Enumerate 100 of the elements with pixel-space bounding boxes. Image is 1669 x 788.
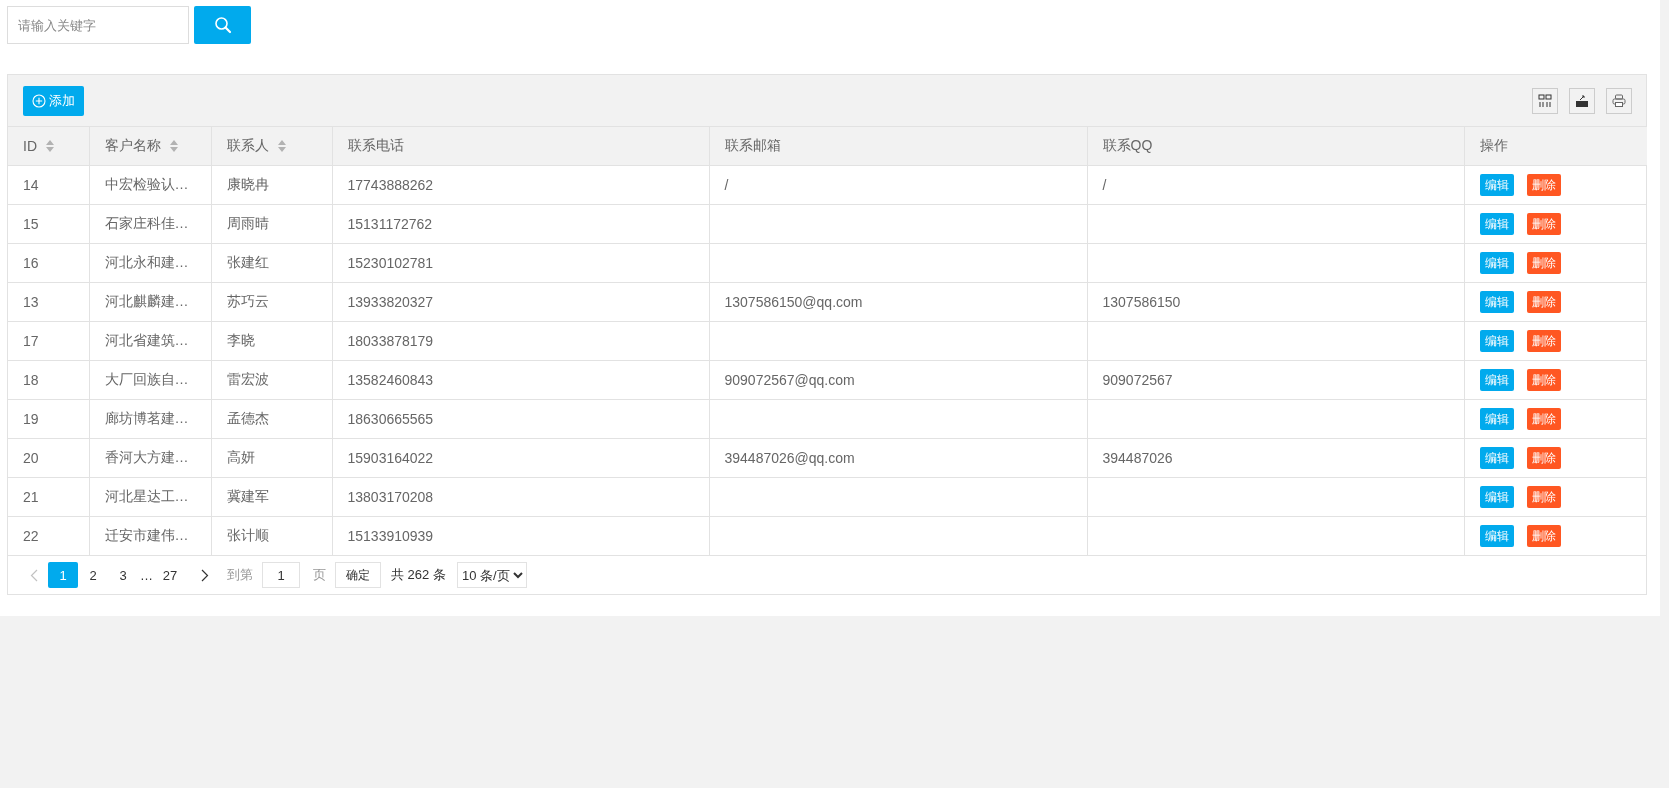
edit-button[interactable]: 编辑 [1479,213,1514,235]
table-cell: 15133910939 [332,516,709,555]
table-cell: 15903164022 [332,438,709,477]
table-cell: 河北省建筑… [89,321,211,360]
delete-button[interactable]: 删除 [1526,252,1561,274]
table-cell: 15230102781 [332,243,709,282]
table-cell: 15 [8,204,89,243]
page-number-field[interactable]: 1 [262,562,300,588]
table-cell: 雷宏波 [211,360,332,399]
sort-icon [277,139,286,152]
table-cell: 18 [8,360,89,399]
columns-filter-button[interactable] [1532,87,1558,114]
table-cell: 394487026 [1087,438,1464,477]
column-header[interactable]: 客户名称 [89,127,211,165]
delete-button[interactable]: 删除 [1526,291,1561,313]
table-cell: 张建红 [211,243,332,282]
delete-button[interactable]: 删除 [1526,369,1561,391]
column-header: 联系电话 [332,127,709,165]
column-header[interactable]: ID [8,127,89,165]
edit-button[interactable]: 编辑 [1479,525,1514,547]
table-cell: 13 [8,282,89,321]
sort-icon [46,139,54,152]
page-unit-label: 页 [313,566,326,584]
table-cell: 石家庄科佳… [89,204,211,243]
add-button[interactable]: 添加 [23,85,84,116]
export-icon [1575,93,1589,108]
table-cell: 909072567@qq.com [709,360,1087,399]
table-cell: 1307586150 [1087,282,1464,321]
chevron-left-icon [30,568,38,582]
page-button[interactable]: 2 [78,562,108,588]
table-cell: 河北星达工… [89,477,211,516]
plus-circle-icon [32,93,46,108]
table-cell: 高妍 [211,438,332,477]
column-header: 联系邮箱 [709,127,1087,165]
page-button[interactable]: 27 [155,562,185,588]
table-cell: 迁安市建伟… [89,516,211,555]
confirm-button[interactable]: 确定 [335,562,381,588]
table-cell: 河北永和建… [89,243,211,282]
table-cell: 河北麒麟建… [89,282,211,321]
total-count: 共 262 条 [391,566,446,584]
pagination-ellipsis: … [139,567,154,583]
search-icon [213,16,232,34]
table-cell: 15131172762 [332,204,709,243]
edit-button[interactable]: 编辑 [1479,174,1514,196]
table-cell: 康晓冉 [211,165,332,204]
delete-button[interactable]: 删除 [1526,330,1561,352]
table-cell: 周雨晴 [211,204,332,243]
table-cell: 1307586150@qq.com [709,282,1087,321]
edit-button[interactable]: 编辑 [1479,369,1514,391]
delete-button[interactable]: 删除 [1526,447,1561,469]
table-cell: 909072567 [1087,360,1464,399]
table-cell: 394487026@qq.com [709,438,1087,477]
sort-icon [169,139,178,152]
table-cell: 17 [8,321,89,360]
page-size-select[interactable]: 10 条/页 [456,562,527,588]
chevron-right-icon [201,568,209,582]
table-cell: 19 [8,399,89,438]
table-cell: 17743888262 [332,165,709,204]
edit-button[interactable]: 编辑 [1479,291,1514,313]
search-button[interactable] [194,6,251,44]
table-cell: 张计顺 [211,516,332,555]
delete-button[interactable]: 删除 [1526,525,1561,547]
columns-icon [1538,93,1552,108]
print-icon [1612,93,1626,108]
delete-button[interactable]: 删除 [1526,408,1561,430]
table-cell: 20 [8,438,89,477]
table-cell: 13803170208 [332,477,709,516]
delete-button[interactable]: 删除 [1526,174,1561,196]
page-button[interactable]: 1 [48,562,78,588]
delete-button[interactable]: 删除 [1526,213,1561,235]
column-header: 联系QQ [1087,127,1464,165]
table-cell: / [709,165,1087,204]
table-cell: 冀建军 [211,477,332,516]
table-cell: 18630665565 [332,399,709,438]
table-cell: 苏巧云 [211,282,332,321]
table-cell: 16 [8,243,89,282]
edit-button[interactable]: 编辑 [1479,486,1514,508]
delete-button[interactable]: 删除 [1526,486,1561,508]
table-cell: 李晓 [211,321,332,360]
table-cell: 13582460843 [332,360,709,399]
table-cell: 13933820327 [332,282,709,321]
table-cell: 廊坊博茗建… [89,399,211,438]
table-cell: 大厂回族自… [89,360,211,399]
print-button[interactable] [1606,87,1632,114]
edit-button[interactable]: 编辑 [1479,447,1514,469]
edit-button[interactable]: 编辑 [1479,408,1514,430]
table-cell: 孟德杰 [211,399,332,438]
table-cell: 中宏检验认… [89,165,211,204]
table-cell: 21 [8,477,89,516]
table-cell: 14 [8,165,89,204]
export-button[interactable] [1569,87,1595,114]
column-header: 操作 [1464,127,1647,165]
table-cell: 22 [8,516,89,555]
table-cell: 18033878179 [332,321,709,360]
edit-button[interactable]: 编辑 [1479,330,1514,352]
edit-button[interactable]: 编辑 [1479,252,1514,274]
goto-label: 到第 [227,566,253,584]
search-field[interactable]: 请输入关键字 [7,6,189,44]
page-button[interactable]: 3 [108,562,138,588]
column-header[interactable]: 联系人 [211,127,332,165]
